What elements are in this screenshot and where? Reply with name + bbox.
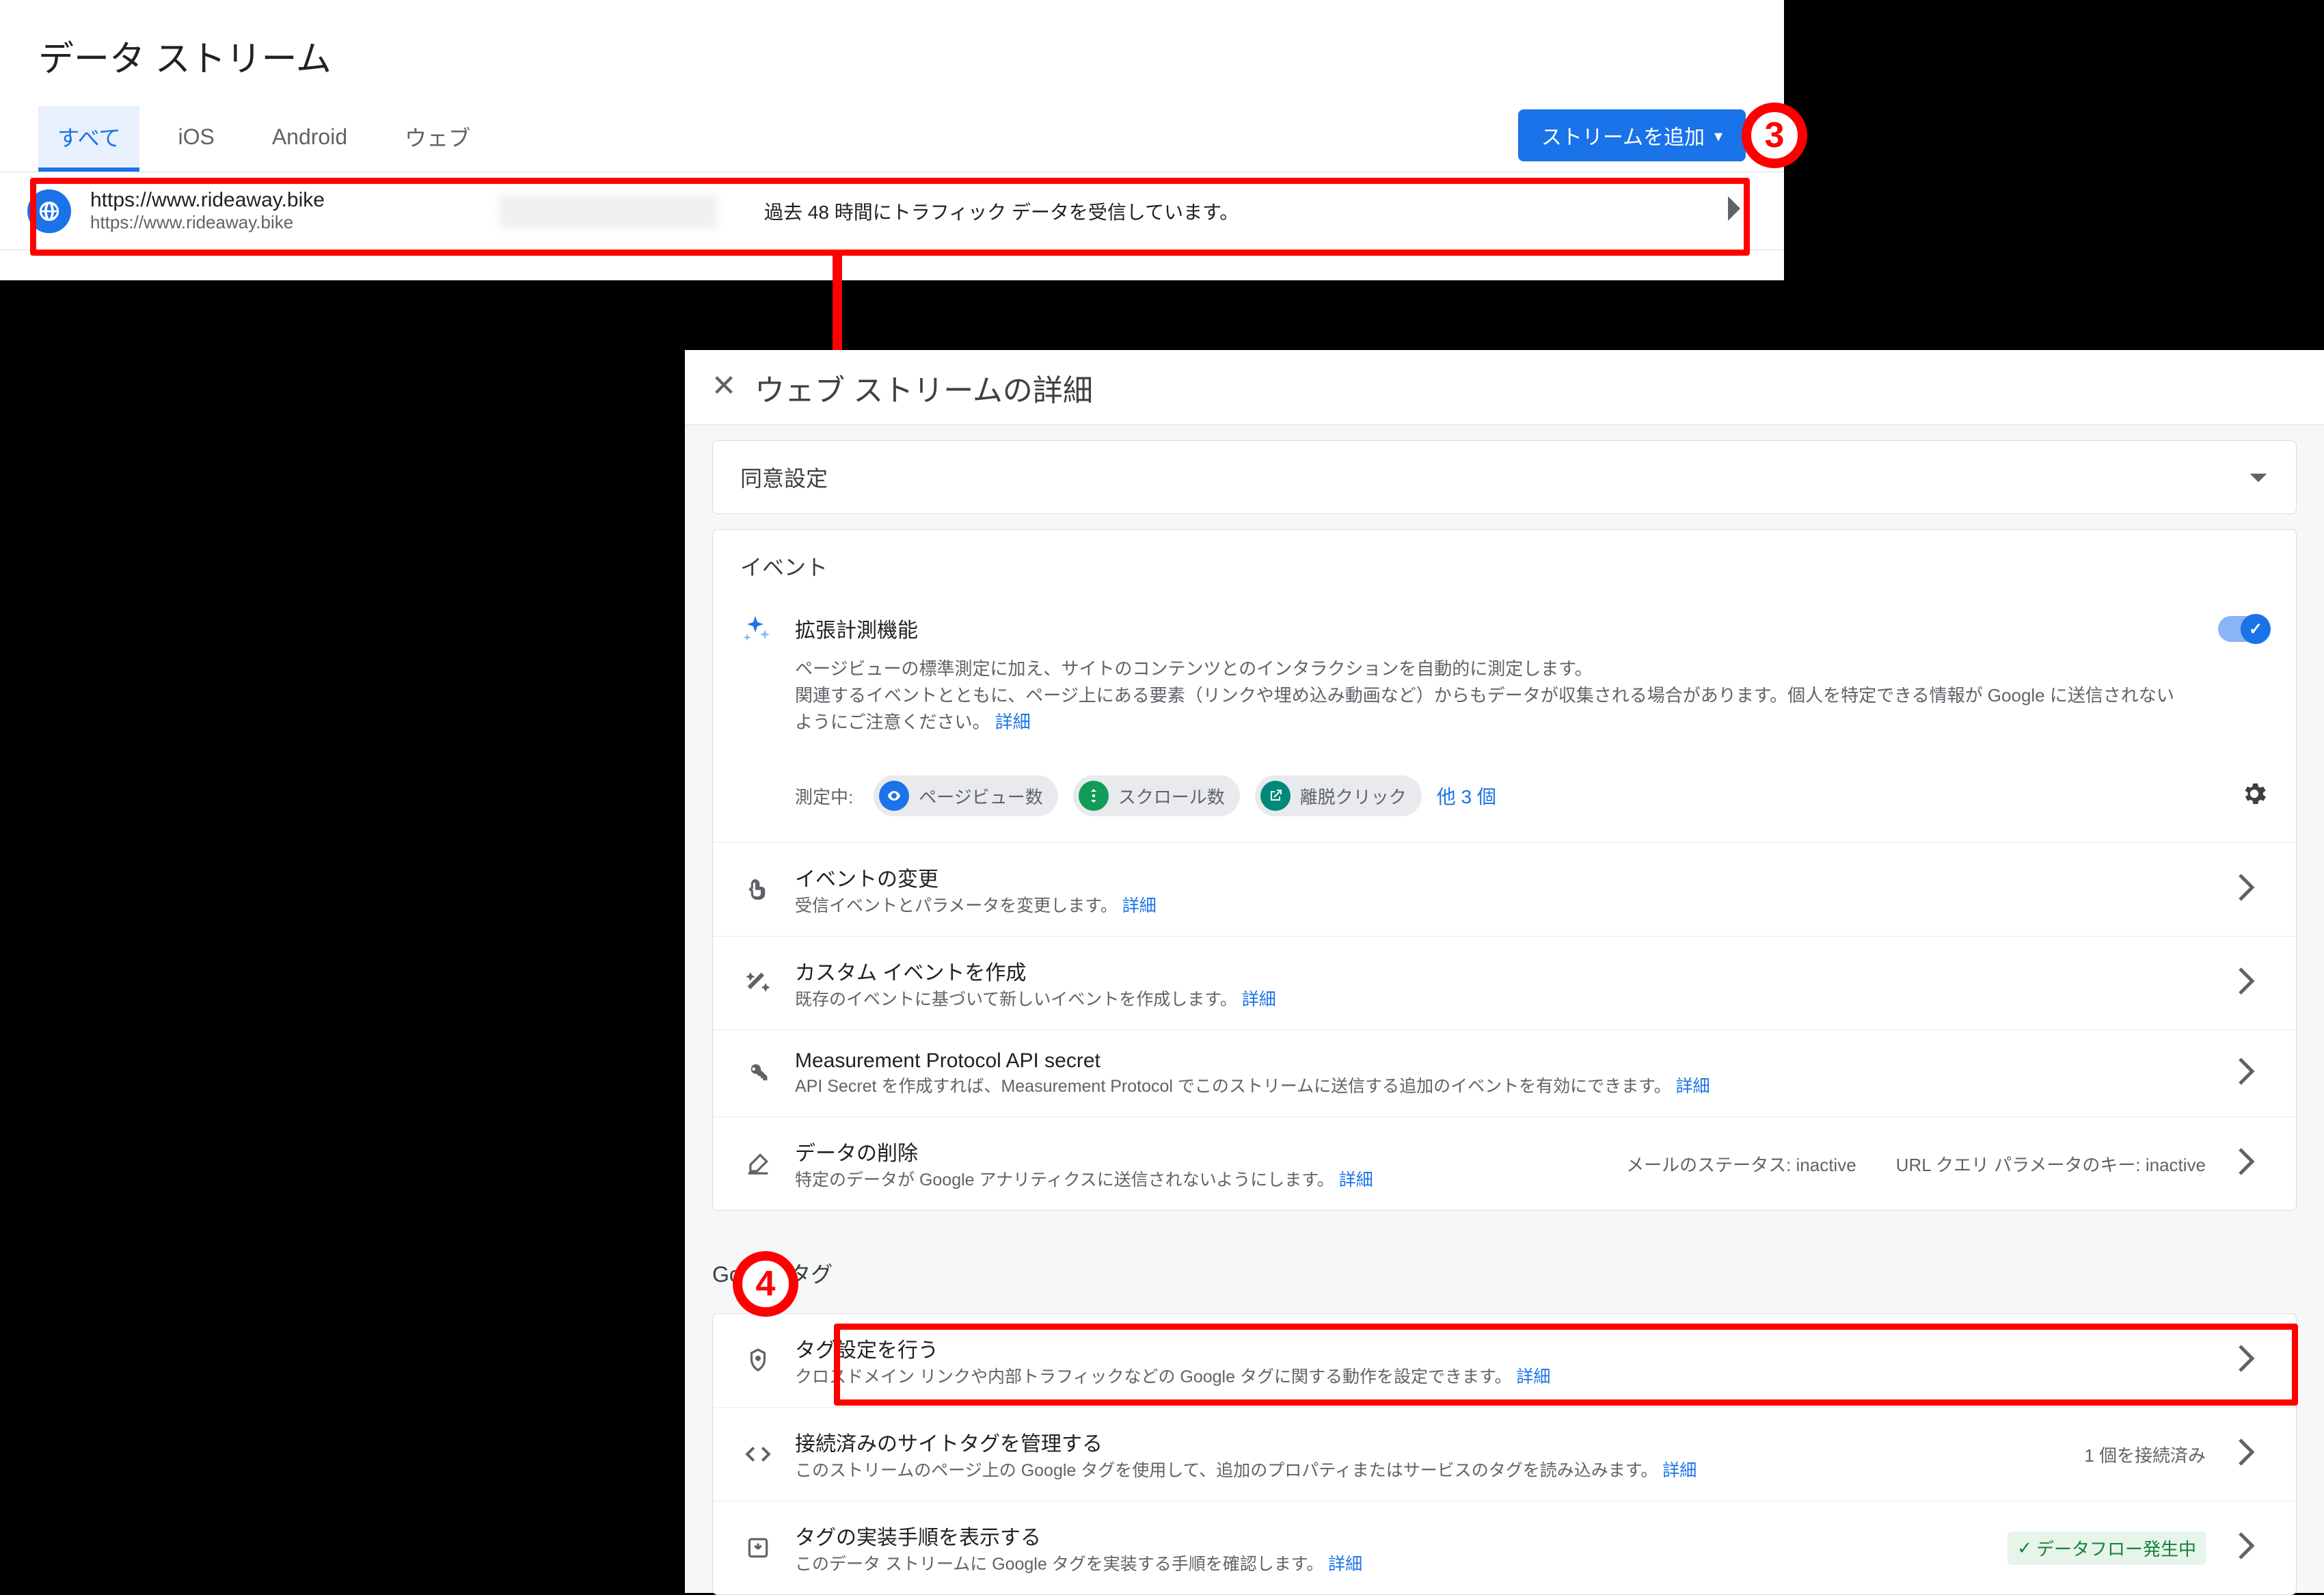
add-stream-label: ストリームを追加 — [1541, 120, 1705, 150]
consent-settings-row[interactable]: 同意設定 — [712, 440, 2297, 514]
measuring-label: 測定中: — [795, 783, 853, 809]
learn-more-link[interactable]: 詳細 — [1676, 1077, 1710, 1096]
tag-icon — [740, 1348, 776, 1373]
chevron-down-icon — [1714, 124, 1722, 147]
install-icon — [740, 1535, 776, 1561]
chip-scroll: スクロール数 — [1073, 775, 1240, 816]
chip-outclick: 離脱クリック — [1255, 775, 1422, 816]
tab-ios[interactable]: iOS — [159, 109, 233, 169]
code-icon — [740, 1441, 776, 1467]
row-title: タグ設定を行う — [795, 1333, 2206, 1363]
gear-icon[interactable] — [2240, 779, 2269, 813]
enhanced-measurement-row: 拡張計測機能 ページビューの標準測定に加え、サイトのコンテンツとのインタラクショ… — [713, 587, 2296, 762]
chevron-right-icon — [2225, 874, 2269, 906]
enhanced-learn-more-link[interactable]: 詳細 — [995, 712, 1031, 732]
dataflow-badge: ✓ データフロー発生中 — [2008, 1531, 2206, 1565]
page-title: データ ストリーム — [0, 0, 1784, 106]
row-title: カスタム イベントを作成 — [795, 956, 2206, 986]
key-icon — [740, 1060, 776, 1086]
globe-icon — [27, 189, 71, 233]
row-title: Measurement Protocol API secret — [795, 1049, 2206, 1073]
scroll-icon — [1079, 781, 1109, 811]
stream-id-redacted — [499, 194, 718, 228]
add-stream-button[interactable]: ストリームを追加 — [1518, 109, 1746, 161]
learn-more-link[interactable]: 詳細 — [1662, 1461, 1697, 1480]
events-section-header: イベント — [713, 530, 2296, 587]
stream-row[interactable]: https://www.rideaway.bike https://www.ri… — [0, 172, 1784, 250]
learn-more-link[interactable]: 詳細 — [1339, 1170, 1373, 1190]
erase-icon — [740, 1151, 776, 1177]
close-icon[interactable] — [712, 373, 735, 401]
detail-title: ウェブ ストリームの詳細 — [755, 366, 1093, 410]
tab-web[interactable]: ウェブ — [386, 106, 489, 172]
row-install-instructions[interactable]: タグの実装手順を表示する このデータ ストリームに Google タグを実装する… — [713, 1501, 2296, 1594]
chevron-right-icon — [2225, 1532, 2269, 1564]
google-tag-header: Google タグ — [712, 1257, 833, 1289]
learn-more-link[interactable]: 詳細 — [1516, 1367, 1550, 1386]
stream-info: https://www.rideaway.bike https://www.ri… — [90, 189, 480, 233]
stream-name: https://www.rideaway.bike — [90, 189, 480, 212]
row-title: イベントの変更 — [795, 862, 2206, 892]
learn-more-link[interactable]: 詳細 — [1328, 1555, 1362, 1574]
web-stream-detail-panel: ウェブ ストリームの詳細 同意設定 イベント 拡張計測機能 ページビューの標準測… — [685, 350, 2324, 1593]
data-streams-panel: データ ストリーム すべて iOS Android ウェブ ストリームを追加 h… — [0, 0, 1784, 280]
connected-tags-badge: 1 個を接続済み — [2084, 1442, 2206, 1467]
learn-more-link[interactable]: 詳細 — [1242, 990, 1276, 1009]
google-tag-header-wrap: Google タグ — [685, 1226, 2324, 1298]
stream-url: https://www.rideaway.bike — [90, 212, 480, 233]
row-data-redact[interactable]: データの削除 特定のデータが Google アナリティクスに送信されないようにし… — [713, 1116, 2296, 1210]
row-tag-settings[interactable]: タグ設定を行う クロスドメイン リンクや内部トラフィックなどの Google タ… — [713, 1314, 2296, 1407]
stream-status: 過去 48 時間にトラフィック データを受信しています。 — [737, 198, 1694, 225]
consent-label: 同意設定 — [740, 461, 828, 493]
row-title: データの削除 — [795, 1136, 1586, 1166]
link-out-icon — [1260, 781, 1291, 811]
enhanced-measurement-toggle[interactable] — [2218, 616, 2269, 642]
row-custom-events[interactable]: カスタム イベントを作成 既存のイベントに基づいて新しいイベントを作成します。 … — [713, 936, 2296, 1030]
more-chips-link[interactable]: 他 3 個 — [1437, 782, 1496, 809]
detail-header: ウェブ ストリームの詳細 — [685, 350, 2324, 425]
learn-more-link[interactable]: 詳細 — [1122, 896, 1157, 915]
row-title: タグの実装手順を表示する — [795, 1520, 1988, 1551]
chevron-right-icon — [2225, 1438, 2269, 1471]
sparkle-icon — [740, 613, 776, 736]
enhanced-desc1: ページビューの標準測定に加え、サイトのコンテンツとのインタラクションを自動的に測… — [795, 658, 1593, 679]
redact-badge-url: URL クエリ パラメータのキー: inactive — [1896, 1151, 2206, 1177]
tab-all[interactable]: すべて — [38, 106, 139, 172]
enhanced-title: 拡張計測機能 — [795, 613, 2178, 643]
redact-badge-mail: メールのステータス: inactive — [1626, 1151, 1856, 1177]
chevron-down-icon — [2248, 465, 2269, 490]
measurement-chips-row: 測定中: ページビュー数 スクロール数 離脱クリック 他 3 個 — [713, 762, 2296, 842]
row-title: 接続済みのサイトタグを管理する — [795, 1427, 2044, 1457]
touch-icon — [740, 876, 776, 902]
wand-icon — [740, 970, 776, 996]
eye-icon — [879, 781, 909, 811]
chevron-right-icon — [2225, 967, 2269, 1000]
chevron-right-icon — [2225, 1345, 2269, 1377]
row-connected-tags[interactable]: 接続済みのサイトタグを管理する このストリームのページ上の Google タグを… — [713, 1407, 2296, 1501]
tab-android[interactable]: Android — [253, 109, 366, 169]
row-mp-api-secret[interactable]: Measurement Protocol API secret API Secr… — [713, 1030, 2296, 1116]
chip-pageviews: ページビュー数 — [874, 775, 1057, 816]
chevron-right-icon — [2225, 1058, 2269, 1090]
chevron-right-icon — [2225, 1148, 2269, 1180]
events-card: イベント 拡張計測機能 ページビューの標準測定に加え、サイトのコンテンツとのイン… — [712, 529, 2297, 1211]
chevron-right-icon — [1713, 195, 1757, 227]
tabs-row: すべて iOS Android ウェブ ストリームを追加 — [0, 106, 1784, 172]
row-change-events[interactable]: イベントの変更 受信イベントとパラメータを変更します。 詳細 — [713, 842, 2296, 936]
google-tag-card: タグ設定を行う クロスドメイン リンクや内部トラフィックなどの Google タ… — [712, 1313, 2297, 1595]
